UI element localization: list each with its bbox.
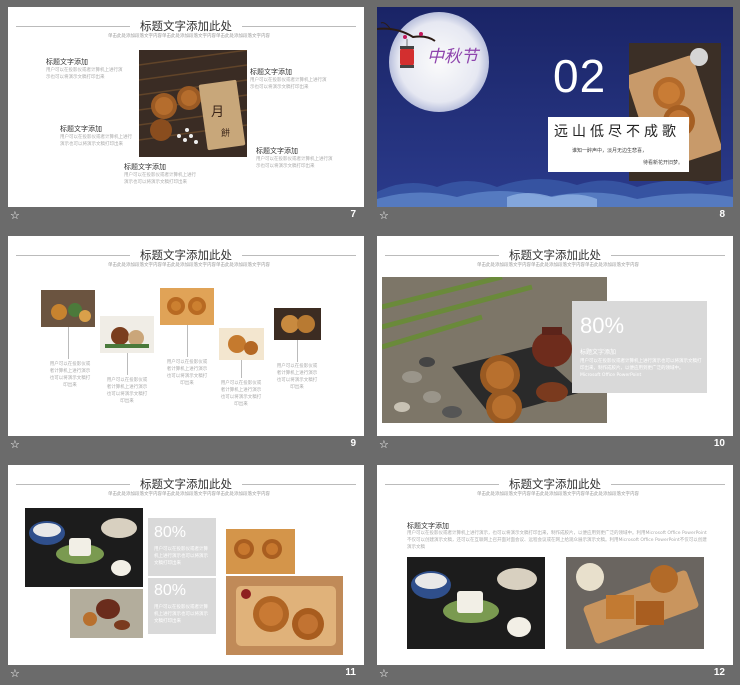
slide-12[interactable]: 标题文字添加此处 单击此处添加段落文字内容单击此处添加段落文字内容单击此处添加段… — [377, 465, 733, 665]
connector — [187, 325, 188, 357]
title-rule-left — [16, 255, 130, 256]
slide-9[interactable]: 标题文字添加此处 单击此处添加段落文字内容单击此处添加段落文字内容单击此处添加段… — [8, 236, 364, 436]
slide-10[interactable]: 标题文字添加此处 单击此处添加段落文字内容单击此处添加段落文字内容单击此处添加段… — [377, 236, 733, 436]
section-text: 用户可以在投影仪或者计算机上进行演示，也可以将演示文稿打印出来，制作成胶片，以便… — [407, 531, 707, 550]
poem-box: 谁知一醉声中，淡月无边生悲喜， 待看新花开旧梦。 — [548, 142, 689, 172]
section-number: 02 — [553, 50, 607, 102]
title-rule-right — [611, 484, 725, 485]
mooncake-teacup-photo — [25, 508, 143, 587]
block-heading: 标题文字添加 — [256, 147, 298, 155]
stat-text: 用户可以在投影仪或者计算机上进行演示也可以将演示文稿打印出来，制作成胶片，以便应… — [580, 359, 702, 378]
food-photo — [219, 328, 264, 360]
block-text: 用户可以在投影仪或者计算机上进行演示也可以将演示文稿打印出来 — [250, 78, 327, 90]
block-text: 用户可以在投影仪或者计算机上进行演示也可以将演示文稿打印出来 — [60, 135, 132, 147]
food-photo — [274, 308, 321, 340]
slide-7-footer: ☆ 7 — [8, 207, 364, 227]
block-heading: 标题文字添加 — [60, 125, 102, 133]
slide-number: 11 — [345, 667, 356, 678]
mooncake-box-photo: 月 餅 — [139, 50, 247, 157]
slide-title: 标题文字添加此处 — [509, 248, 601, 262]
title-rule-right — [242, 26, 356, 27]
food-photo — [41, 290, 95, 327]
title-rule-right — [242, 484, 356, 485]
slide-subtitle: 单击此处添加段落文字内容单击此处添加段落文字内容单击此处添加段落文字内容 — [477, 492, 639, 497]
food-photo — [160, 288, 214, 325]
star-icon[interactable]: ☆ — [379, 668, 391, 680]
festival-logo: 中秋节 — [427, 47, 478, 67]
stat-card: 80% 用户可以在投影仪或者计算机上进行演示也可以将演示文稿打印出来 — [148, 578, 216, 634]
mooncake-board-photo — [566, 557, 704, 649]
slide-title: 标题文字添加此处 — [509, 477, 601, 491]
stat-text: 用户可以在投影仪或者计算机上进行演示也可以将演示文稿打印出来 — [154, 547, 208, 566]
poem-line-2: 待看新花开旧梦。 — [642, 160, 683, 166]
slide-10-footer: ☆ 10 — [377, 436, 733, 456]
slide-number: 8 — [719, 209, 725, 220]
star-icon[interactable]: ☆ — [379, 439, 391, 451]
title-rule-left — [385, 484, 499, 485]
slide-subtitle: 单击此处添加段落文字内容单击此处添加段落文字内容单击此处添加段落文字内容 — [477, 263, 639, 268]
mooncake-teacup-photo — [407, 557, 545, 649]
star-icon[interactable]: ☆ — [10, 439, 22, 451]
block-heading: 标题文字添加 — [124, 163, 166, 171]
stat-value: 80% — [154, 524, 187, 541]
poem-line-1: 谁知一醉声中，淡月无边生悲喜， — [572, 148, 648, 154]
title-rule-left — [16, 484, 130, 485]
slide-title: 标题文字添加此处 — [140, 248, 232, 262]
block-heading: 标题文字添加 — [46, 58, 88, 66]
slide-number: 10 — [713, 438, 725, 449]
banner-box: 远山低尽不成歌 — [548, 117, 689, 142]
block-text: 用户可以在投影仪或者计算机上进行演示也可以将演示文稿打印出来 — [124, 173, 196, 185]
caption: 用户可以在投影仪或者计算机上进行演示也可以将演示文稿打印出来 — [276, 364, 318, 390]
caption: 用户可以在投影仪或者计算机上进行演示也可以将演示文稿打印出来 — [166, 360, 208, 386]
stat-heading: 标题文字添加 — [580, 349, 617, 356]
slide-8[interactable]: 中秋节 02 远山低尽不成歌 谁知一醉声中，淡月无边生悲喜， 待看新花开旧梦。 — [377, 7, 733, 207]
svg-text:餅: 餅 — [221, 127, 230, 139]
connector — [127, 353, 128, 375]
stat-text: 用户可以在投影仪或者计算机上进行演示也可以将演示文稿打印出来 — [154, 605, 208, 624]
banner-text: 远山低尽不成歌 — [554, 124, 680, 140]
star-icon[interactable]: ☆ — [10, 668, 22, 680]
slide-9-footer: ☆ 9 — [8, 436, 364, 456]
slide-11-footer: ☆ 11 — [8, 665, 364, 685]
connector — [297, 340, 298, 362]
slide-number: 7 — [350, 209, 356, 220]
slide-number: 9 — [350, 438, 356, 449]
title-rule-right — [242, 255, 356, 256]
mooncake-tray-photo — [226, 529, 295, 574]
block-text: 用户可以在投影仪或者计算机上进行演示也可以将演示文稿打印出来 — [256, 157, 333, 169]
title-rule-right — [611, 255, 725, 256]
slide-12-footer: ☆ 12 — [377, 665, 733, 685]
tea-set-photo — [70, 589, 143, 638]
slide-title: 标题文字添加此处 — [140, 477, 232, 491]
title-rule-left — [385, 255, 499, 256]
connector — [68, 327, 69, 359]
slide-number: 12 — [713, 667, 725, 678]
slide-11[interactable]: 标题文字添加此处 单击此处添加段落文字内容单击此处添加段落文字内容单击此处添加段… — [8, 465, 364, 665]
stat-card: 80% 标题文字添加 用户可以在投影仪或者计算机上进行演示也可以将演示文稿打印出… — [572, 301, 707, 393]
caption: 用户可以在投影仪或者计算机上进行演示也可以将演示文稿打印出来 — [106, 378, 148, 404]
block-text: 用户可以在投影仪或者计算机上进行演示也可以将演示文稿打印出来 — [46, 68, 123, 80]
svg-text:月: 月 — [211, 105, 224, 120]
connector — [241, 360, 242, 378]
star-icon[interactable]: ☆ — [379, 210, 391, 222]
stat-value: 80% — [580, 313, 625, 338]
title-rule-left — [16, 26, 130, 27]
slide-subtitle: 单击此处添加段落文字内容单击此处添加段落文字内容单击此处添加段落文字内容 — [108, 492, 270, 497]
slide-title: 标题文字添加此处 — [140, 19, 232, 33]
slide-subtitle: 单击此处添加段落文字内容单击此处添加段落文字内容单击此处添加段落文字内容 — [108, 34, 270, 39]
stat-value: 80% — [154, 582, 187, 599]
slide-8-footer: ☆ 8 — [377, 207, 733, 227]
slide-subtitle: 单击此处添加段落文字内容单击此处添加段落文字内容单击此处添加段落文字内容 — [108, 263, 270, 268]
caption: 用户可以在投影仪或者计算机上进行演示也可以将演示文稿打印出来 — [220, 381, 262, 407]
stat-card: 80% 用户可以在投影仪或者计算机上进行演示也可以将演示文稿打印出来 — [148, 518, 216, 576]
caption: 用户可以在投影仪或者计算机上进行演示也可以将演示文稿打印出来 — [49, 362, 91, 388]
star-icon[interactable]: ☆ — [10, 210, 22, 222]
mooncake-board-photo — [226, 576, 343, 655]
block-heading: 标题文字添加 — [250, 68, 292, 76]
slide-7[interactable]: 标题文字添加此处 单击此处添加段落文字内容单击此处添加段落文字内容单击此处添加段… — [8, 7, 364, 207]
food-photo — [100, 316, 154, 353]
